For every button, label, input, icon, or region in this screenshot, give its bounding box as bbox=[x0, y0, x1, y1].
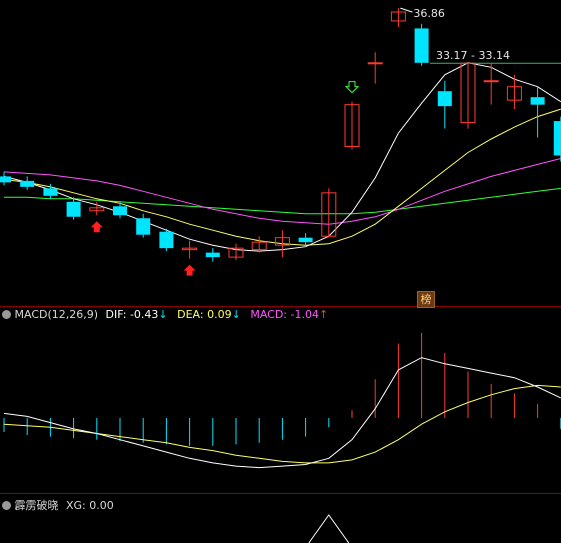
settings-dot-icon[interactable] bbox=[2, 310, 11, 319]
candle-body bbox=[530, 97, 545, 105]
dea-label: DEA: bbox=[177, 308, 204, 321]
range-price-label: 33.17 - 33.14 bbox=[436, 49, 510, 62]
dif-arrow-icon: ↓ bbox=[158, 308, 168, 321]
buy-arrow-icon bbox=[183, 264, 196, 276]
high-price-label: 36.86 bbox=[413, 7, 445, 20]
macd-value: -1.04 bbox=[290, 308, 319, 321]
candle-body bbox=[136, 218, 151, 235]
candle-body bbox=[66, 201, 81, 217]
candle-body bbox=[553, 121, 561, 156]
stock-chart[interactable]: 36.86 33.17 - 33.14 MACD(12,26,9) DIF: -0… bbox=[0, 0, 561, 543]
xg-value: 0.00 bbox=[89, 499, 114, 512]
macd-header: MACD(12,26,9) DIF: -0.43↓ DEA: 0.09↓ MAC… bbox=[2, 308, 328, 321]
xg-label: XG: bbox=[66, 499, 86, 512]
xg-signal-marker bbox=[308, 514, 350, 543]
ma-green-line bbox=[4, 187, 561, 215]
macd-title: MACD(12,26,9) bbox=[14, 308, 99, 321]
ma-magenta-line bbox=[3, 158, 561, 225]
dif-line bbox=[3, 357, 561, 469]
candle-body bbox=[0, 176, 11, 183]
buy-arrow-icon bbox=[90, 221, 103, 233]
ranking-badge[interactable]: 榜 bbox=[417, 291, 435, 308]
macd-arrow-icon: ↑ bbox=[318, 308, 329, 321]
candle-body bbox=[414, 28, 429, 63]
candle-body bbox=[367, 62, 383, 65]
sell-arrow-icon bbox=[344, 81, 360, 94]
candle-body bbox=[298, 237, 313, 243]
dea-arrow-icon: ↓ bbox=[231, 308, 241, 321]
dif-label: DIF: bbox=[105, 308, 127, 321]
dif-value: -0.43 bbox=[129, 308, 159, 321]
candle-body bbox=[20, 180, 35, 187]
candle-body bbox=[159, 231, 174, 249]
dea-value: 0.09 bbox=[207, 308, 232, 321]
candle-body bbox=[43, 188, 58, 196]
ma-yellow-line bbox=[3, 108, 561, 246]
chart-canvas[interactable]: 36.86 33.17 - 33.14 bbox=[0, 0, 561, 543]
ma-white-line bbox=[3, 62, 561, 252]
candle-body bbox=[483, 80, 499, 83]
macd-label: MACD: bbox=[250, 308, 288, 321]
xg-title: 霹雳破晓 bbox=[14, 499, 59, 512]
candle-body bbox=[205, 252, 220, 258]
candle-body bbox=[113, 206, 127, 216]
candle-body bbox=[437, 91, 452, 107]
settings-dot-icon[interactable] bbox=[2, 501, 11, 510]
xg-header: 霹雳破晓 XG: 0.00 bbox=[2, 497, 114, 513]
